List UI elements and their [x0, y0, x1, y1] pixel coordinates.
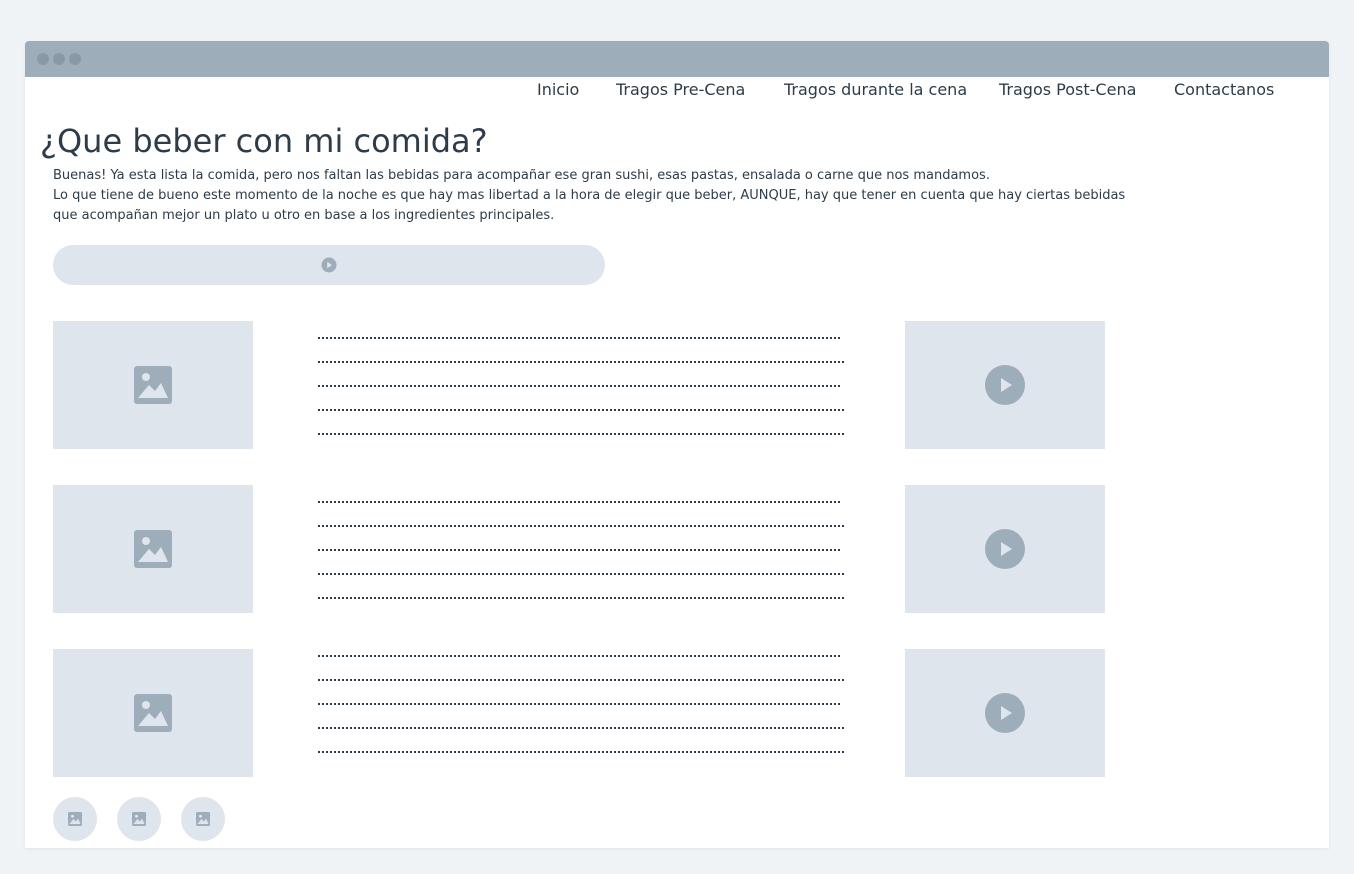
- text-line: [318, 361, 844, 363]
- page-title: ¿Que beber con mi comida?: [40, 122, 488, 160]
- text-line: [318, 549, 840, 551]
- text-line: [318, 409, 844, 411]
- text-line: [318, 525, 844, 527]
- image-icon: [68, 812, 82, 826]
- audio-player[interactable]: [53, 245, 605, 285]
- video-placeholder[interactable]: [905, 649, 1105, 777]
- text-line: [318, 655, 840, 657]
- video-placeholder[interactable]: [905, 485, 1105, 613]
- thumbnail-button[interactable]: [117, 797, 161, 841]
- text-line: [318, 751, 844, 753]
- image-icon: [134, 530, 172, 568]
- thumbnail-button[interactable]: [53, 797, 97, 841]
- play-icon[interactable]: [985, 365, 1025, 405]
- text-line: [318, 337, 840, 339]
- text-line: [318, 727, 844, 729]
- image-icon: [196, 812, 210, 826]
- image-icon: [134, 366, 172, 404]
- nav-item-inicio[interactable]: Inicio: [537, 80, 579, 100]
- text-line: [318, 679, 844, 681]
- play-icon[interactable]: [985, 529, 1025, 569]
- play-circle-icon[interactable]: [321, 257, 337, 273]
- text-line: [318, 597, 844, 599]
- nav-item-contactanos[interactable]: Contactanos: [1174, 80, 1274, 100]
- nav-item-tragos-pre-cena[interactable]: Tragos Pre-Cena: [616, 80, 745, 100]
- image-icon: [134, 694, 172, 732]
- image-placeholder: [53, 321, 253, 449]
- text-line: [318, 385, 840, 387]
- image-icon: [132, 812, 146, 826]
- intro-paragraph: Lo que tiene de bueno este momento de la…: [53, 188, 1126, 223]
- nav-item-tragos-post-cena[interactable]: Tragos Post-Cena: [999, 80, 1136, 100]
- thumbnail-button[interactable]: [181, 797, 225, 841]
- window-dot-minimize[interactable]: [53, 53, 65, 65]
- window-dot-maximize[interactable]: [69, 53, 81, 65]
- text-line: [318, 703, 840, 705]
- window-titlebar: [25, 41, 1329, 77]
- image-placeholder: [53, 485, 253, 613]
- text-line: [318, 433, 844, 435]
- image-placeholder: [53, 649, 253, 777]
- intro-text: Buenas! Ya esta lista la comida, pero no…: [53, 166, 1143, 226]
- text-line: [318, 573, 844, 575]
- main-nav: Inicio Tragos Pre-Cena Tragos durante la…: [529, 80, 1329, 102]
- window-dot-close[interactable]: [37, 53, 49, 65]
- play-icon[interactable]: [985, 693, 1025, 733]
- text-line: [318, 501, 840, 503]
- video-placeholder[interactable]: [905, 321, 1105, 449]
- nav-item-tragos-durante-la-cena[interactable]: Tragos durante la cena: [784, 80, 967, 100]
- intro-paragraph: Buenas! Ya esta lista la comida, pero no…: [53, 168, 990, 183]
- browser-window: Inicio Tragos Pre-Cena Tragos durante la…: [25, 41, 1329, 848]
